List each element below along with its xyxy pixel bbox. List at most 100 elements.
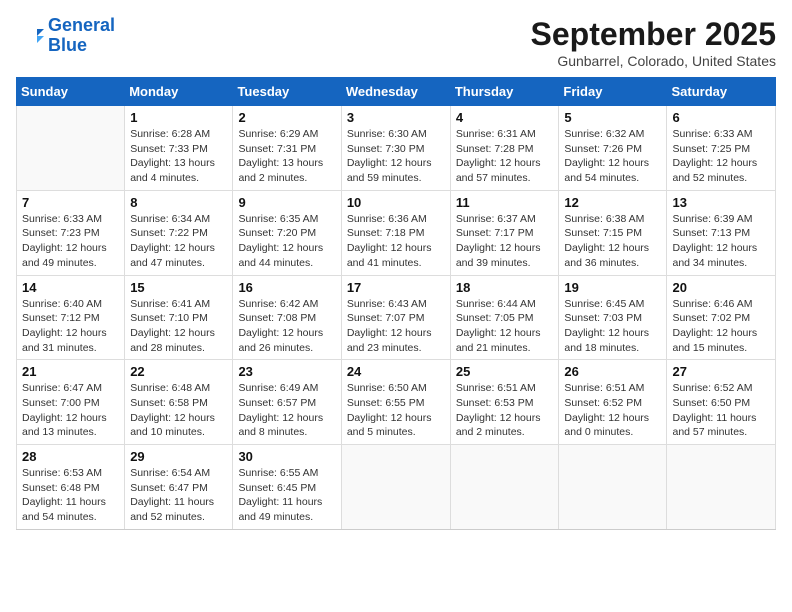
logo: General Blue bbox=[16, 16, 115, 56]
day-number: 25 bbox=[456, 364, 554, 379]
day-info: Sunrise: 6:46 AMSunset: 7:02 PMDaylight:… bbox=[672, 297, 770, 356]
day-number: 20 bbox=[672, 280, 770, 295]
day-number: 29 bbox=[130, 449, 227, 464]
calendar-day-cell: 12 Sunrise: 6:38 AMSunset: 7:15 PMDayligh… bbox=[559, 190, 667, 275]
calendar-day-cell bbox=[17, 106, 125, 191]
calendar-day-cell: 19 Sunrise: 6:45 AMSunset: 7:03 PMDayligh… bbox=[559, 275, 667, 360]
day-number: 11 bbox=[456, 195, 554, 210]
calendar-header-cell: Tuesday bbox=[233, 78, 341, 106]
logo-text: General Blue bbox=[48, 16, 115, 56]
calendar-day-cell: 28Sunrise: 6:53 AMSunset: 6:48 PMDayligh… bbox=[17, 445, 125, 530]
day-number: 17 bbox=[347, 280, 445, 295]
calendar-day-cell: 21Sunrise: 6:47 AMSunset: 7:00 PMDayligh… bbox=[17, 360, 125, 445]
calendar-day-cell: 22Sunrise: 6:48 AMSunset: 6:58 PMDayligh… bbox=[125, 360, 233, 445]
calendar-day-cell: 24Sunrise: 6:50 AMSunset: 6:55 PMDayligh… bbox=[341, 360, 450, 445]
day-info: Sunrise: 6:33 AMSunset: 7:25 PMDaylight:… bbox=[672, 127, 770, 186]
calendar-day-cell: 7 Sunrise: 6:33 AMSunset: 7:23 PMDaylight… bbox=[17, 190, 125, 275]
calendar-day-cell: 20 Sunrise: 6:46 AMSunset: 7:02 PMDayligh… bbox=[667, 275, 776, 360]
day-number: 19 bbox=[564, 280, 661, 295]
calendar-week-row: 28Sunrise: 6:53 AMSunset: 6:48 PMDayligh… bbox=[17, 445, 776, 530]
logo-icon bbox=[16, 22, 44, 50]
day-info: Sunrise: 6:54 AMSunset: 6:47 PMDaylight:… bbox=[130, 466, 227, 525]
day-info: Sunrise: 6:28 AMSunset: 7:33 PMDaylight:… bbox=[130, 127, 227, 186]
logo-line2: Blue bbox=[48, 35, 87, 55]
day-info: Sunrise: 6:31 AMSunset: 7:28 PMDaylight:… bbox=[456, 127, 554, 186]
logo-line1: General bbox=[48, 15, 115, 35]
day-info: Sunrise: 6:38 AMSunset: 7:15 PMDaylight:… bbox=[564, 212, 661, 271]
location: Gunbarrel, Colorado, United States bbox=[531, 53, 776, 69]
day-info: Sunrise: 6:48 AMSunset: 6:58 PMDaylight:… bbox=[130, 381, 227, 440]
calendar-day-cell bbox=[341, 445, 450, 530]
calendar-day-cell: 10 Sunrise: 6:36 AMSunset: 7:18 PMDayligh… bbox=[341, 190, 450, 275]
calendar-header-cell: Wednesday bbox=[341, 78, 450, 106]
calendar-header-row: SundayMondayTuesdayWednesdayThursdayFrid… bbox=[17, 78, 776, 106]
day-info: Sunrise: 6:29 AMSunset: 7:31 PMDaylight:… bbox=[238, 127, 335, 186]
day-number: 30 bbox=[238, 449, 335, 464]
calendar-day-cell: 25 Sunrise: 6:51 AMSunset: 6:53 PMDayligh… bbox=[450, 360, 559, 445]
calendar-header-cell: Friday bbox=[559, 78, 667, 106]
day-number: 14 bbox=[22, 280, 119, 295]
calendar-day-cell: 14 Sunrise: 6:40 AMSunset: 7:12 PMDayligh… bbox=[17, 275, 125, 360]
day-info: Sunrise: 6:34 AMSunset: 7:22 PMDaylight:… bbox=[130, 212, 227, 271]
calendar-day-cell: 17Sunrise: 6:43 AMSunset: 7:07 PMDayligh… bbox=[341, 275, 450, 360]
calendar-body: 1 Sunrise: 6:28 AMSunset: 7:33 PMDaylight… bbox=[17, 106, 776, 530]
day-info: Sunrise: 6:51 AMSunset: 6:52 PMDaylight:… bbox=[564, 381, 661, 440]
day-info: Sunrise: 6:47 AMSunset: 7:00 PMDaylight:… bbox=[22, 381, 119, 440]
day-info: Sunrise: 6:45 AMSunset: 7:03 PMDaylight:… bbox=[564, 297, 661, 356]
calendar-day-cell: 4 Sunrise: 6:31 AMSunset: 7:28 PMDaylight… bbox=[450, 106, 559, 191]
calendar-header-cell: Monday bbox=[125, 78, 233, 106]
day-number: 7 bbox=[22, 195, 119, 210]
calendar-day-cell bbox=[667, 445, 776, 530]
day-number: 9 bbox=[238, 195, 335, 210]
day-info: Sunrise: 6:33 AMSunset: 7:23 PMDaylight:… bbox=[22, 212, 119, 271]
calendar-day-cell: 1 Sunrise: 6:28 AMSunset: 7:33 PMDaylight… bbox=[125, 106, 233, 191]
day-info: Sunrise: 6:35 AMSunset: 7:20 PMDaylight:… bbox=[238, 212, 335, 271]
day-number: 23 bbox=[238, 364, 335, 379]
calendar-day-cell: 3 Sunrise: 6:30 AMSunset: 7:30 PMDaylight… bbox=[341, 106, 450, 191]
calendar-day-cell: 29 Sunrise: 6:54 AMSunset: 6:47 PMDayligh… bbox=[125, 445, 233, 530]
day-info: Sunrise: 6:30 AMSunset: 7:30 PMDaylight:… bbox=[347, 127, 445, 186]
calendar-header-cell: Sunday bbox=[17, 78, 125, 106]
calendar-day-cell: 15 Sunrise: 6:41 AMSunset: 7:10 PMDayligh… bbox=[125, 275, 233, 360]
calendar-day-cell: 23 Sunrise: 6:49 AMSunset: 6:57 PMDayligh… bbox=[233, 360, 341, 445]
day-info: Sunrise: 6:36 AMSunset: 7:18 PMDaylight:… bbox=[347, 212, 445, 271]
day-info: Sunrise: 6:39 AMSunset: 7:13 PMDaylight:… bbox=[672, 212, 770, 271]
calendar-day-cell: 9 Sunrise: 6:35 AMSunset: 7:20 PMDaylight… bbox=[233, 190, 341, 275]
calendar: SundayMondayTuesdayWednesdayThursdayFrid… bbox=[16, 77, 776, 530]
calendar-day-cell: 2Sunrise: 6:29 AMSunset: 7:31 PMDaylight… bbox=[233, 106, 341, 191]
day-info: Sunrise: 6:52 AMSunset: 6:50 PMDaylight:… bbox=[672, 381, 770, 440]
day-number: 10 bbox=[347, 195, 445, 210]
month-title: September 2025 bbox=[531, 16, 776, 53]
calendar-day-cell: 5Sunrise: 6:32 AMSunset: 7:26 PMDaylight… bbox=[559, 106, 667, 191]
day-info: Sunrise: 6:53 AMSunset: 6:48 PMDaylight:… bbox=[22, 466, 119, 525]
day-number: 18 bbox=[456, 280, 554, 295]
day-info: Sunrise: 6:49 AMSunset: 6:57 PMDaylight:… bbox=[238, 381, 335, 440]
calendar-week-row: 1 Sunrise: 6:28 AMSunset: 7:33 PMDaylight… bbox=[17, 106, 776, 191]
calendar-day-cell: 30Sunrise: 6:55 AMSunset: 6:45 PMDayligh… bbox=[233, 445, 341, 530]
calendar-week-row: 21Sunrise: 6:47 AMSunset: 7:00 PMDayligh… bbox=[17, 360, 776, 445]
day-number: 15 bbox=[130, 280, 227, 295]
day-number: 4 bbox=[456, 110, 554, 125]
calendar-day-cell: 8 Sunrise: 6:34 AMSunset: 7:22 PMDaylight… bbox=[125, 190, 233, 275]
day-info: Sunrise: 6:32 AMSunset: 7:26 PMDaylight:… bbox=[564, 127, 661, 186]
day-number: 8 bbox=[130, 195, 227, 210]
day-number: 6 bbox=[672, 110, 770, 125]
page-header: General Blue September 2025 Gunbarrel, C… bbox=[16, 16, 776, 69]
day-info: Sunrise: 6:42 AMSunset: 7:08 PMDaylight:… bbox=[238, 297, 335, 356]
day-number: 1 bbox=[130, 110, 227, 125]
day-info: Sunrise: 6:40 AMSunset: 7:12 PMDaylight:… bbox=[22, 297, 119, 356]
day-number: 26 bbox=[564, 364, 661, 379]
calendar-week-row: 14 Sunrise: 6:40 AMSunset: 7:12 PMDayligh… bbox=[17, 275, 776, 360]
day-info: Sunrise: 6:51 AMSunset: 6:53 PMDaylight:… bbox=[456, 381, 554, 440]
calendar-header-cell: Saturday bbox=[667, 78, 776, 106]
day-info: Sunrise: 6:41 AMSunset: 7:10 PMDaylight:… bbox=[130, 297, 227, 356]
calendar-day-cell bbox=[559, 445, 667, 530]
day-number: 12 bbox=[564, 195, 661, 210]
calendar-day-cell: 11Sunrise: 6:37 AMSunset: 7:17 PMDayligh… bbox=[450, 190, 559, 275]
calendar-day-cell: 6 Sunrise: 6:33 AMSunset: 7:25 PMDaylight… bbox=[667, 106, 776, 191]
calendar-header-cell: Thursday bbox=[450, 78, 559, 106]
day-info: Sunrise: 6:44 AMSunset: 7:05 PMDaylight:… bbox=[456, 297, 554, 356]
calendar-day-cell: 27Sunrise: 6:52 AMSunset: 6:50 PMDayligh… bbox=[667, 360, 776, 445]
day-number: 16 bbox=[238, 280, 335, 295]
day-number: 3 bbox=[347, 110, 445, 125]
